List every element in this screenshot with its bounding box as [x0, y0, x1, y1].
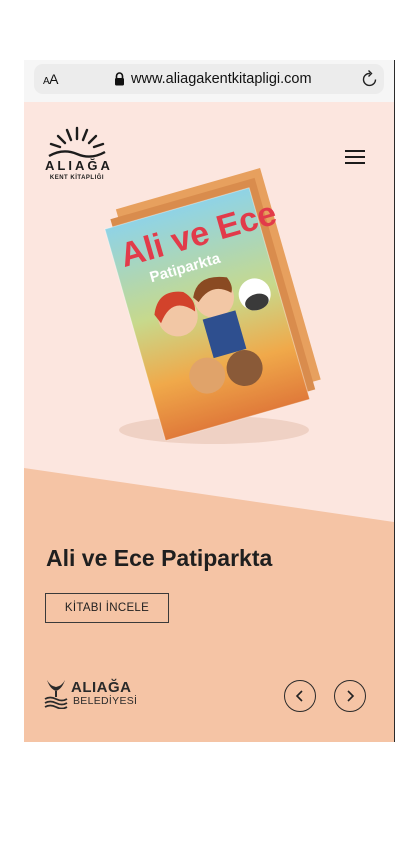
next-slide-button[interactable]	[334, 680, 366, 712]
reload-icon[interactable]	[361, 69, 379, 89]
address-bar[interactable]: AA www.aliagakentkitapligi.com	[34, 64, 384, 94]
browser-toolbar: AA www.aliagakentkitapligi.com	[24, 60, 394, 102]
url-text: www.aliagakentkitapligi.com	[131, 71, 312, 87]
phone-viewport: AA www.aliagakentkitapligi.com ALIAĞA KE…	[24, 60, 394, 742]
book-cover-image[interactable]: Ali ve Ece Patiparkta	[79, 165, 339, 455]
lock-icon	[115, 72, 124, 86]
municipality-name: ALIAĞA	[71, 679, 132, 696]
hamburger-icon[interactable]	[345, 150, 365, 164]
chevron-right-icon	[347, 690, 355, 702]
frame-edge	[394, 60, 395, 742]
url-group[interactable]: www.aliagakentkitapligi.com	[114, 71, 312, 87]
review-book-button[interactable]: KİTABI İNCELE	[45, 593, 169, 623]
municipality-emblem-icon	[44, 680, 68, 709]
chevron-left-icon	[295, 690, 303, 702]
sun-rays-icon	[48, 126, 106, 158]
municipality-logo[interactable]: ALIAĞA BELEDİYESİ	[44, 677, 144, 711]
previous-slide-button[interactable]	[284, 680, 316, 712]
text-size-button[interactable]: AA	[43, 71, 59, 87]
book-title: Ali ve Ece Patiparkta	[46, 545, 273, 571]
municipality-subtitle: BELEDİYESİ	[73, 695, 138, 707]
